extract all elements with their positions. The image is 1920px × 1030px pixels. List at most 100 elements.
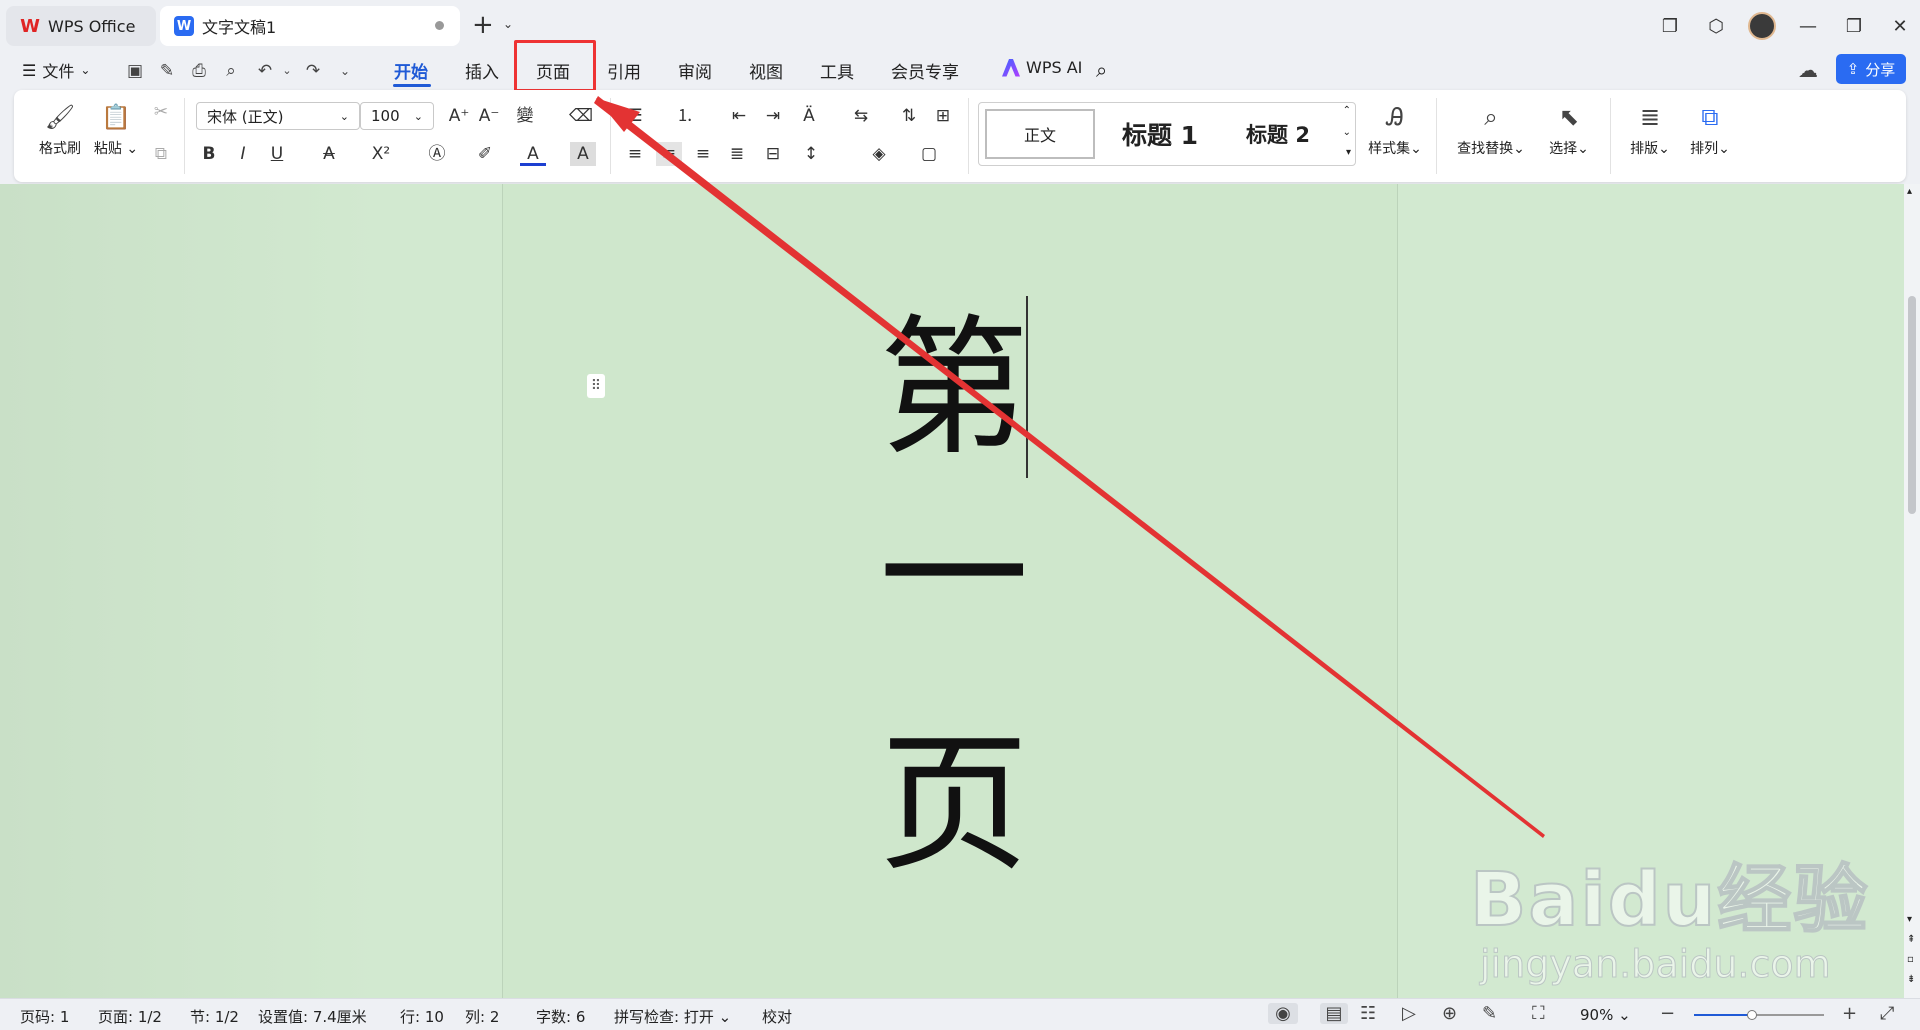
format-painter-button[interactable]: 🖌 格式刷 <box>34 102 86 158</box>
style-heading-1[interactable]: 标题 1 <box>1105 109 1215 159</box>
page-view-icon[interactable]: ▤ <box>1320 1003 1348 1024</box>
underline-icon[interactable]: U <box>264 142 290 166</box>
fit-page-icon[interactable]: ⛶ <box>1532 1003 1545 1024</box>
minimize-icon[interactable]: — <box>1794 12 1822 40</box>
scroll-down-icon[interactable]: ▾ <box>1907 914 1912 925</box>
wps-ai-button[interactable]: WPS AI <box>1002 58 1082 77</box>
style-heading-2[interactable]: 标题 2 <box>1223 109 1333 159</box>
status-setting[interactable]: 设置值: 7.4厘米 <box>258 1006 367 1027</box>
save-icon[interactable]: ▣ <box>124 60 146 82</box>
search-icon[interactable]: ⌕ <box>1096 58 1107 82</box>
web-view-icon[interactable]: ⊕ <box>1442 1003 1457 1024</box>
paste-button[interactable]: 📋 粘贴 ⌄ <box>90 102 142 158</box>
style-set-button[interactable]: Ꭿ 样式集⌄ <box>1360 102 1430 158</box>
tab-view[interactable]: 视图 <box>749 58 783 83</box>
arrange-button[interactable]: ⧉ 排列⌄ <box>1682 102 1738 158</box>
bullet-list-icon[interactable]: ☰ <box>622 104 648 128</box>
user-avatar[interactable] <box>1748 12 1776 40</box>
line-spacing-icon[interactable]: ↕ <box>798 142 824 166</box>
superscript-icon[interactable]: X² <box>368 142 394 166</box>
text-direction-icon[interactable]: ⇆ <box>848 104 874 128</box>
status-word-count[interactable]: 字数: 6 <box>536 1006 585 1027</box>
distributed-icon[interactable]: ⊟ <box>760 142 786 166</box>
cut-icon[interactable]: ✂ <box>148 100 174 124</box>
find-replace-button[interactable]: ⌕ 查找替换⌄ <box>1450 102 1532 158</box>
eye-protection-icon[interactable]: ◉ <box>1268 1003 1298 1024</box>
select-browse-icon[interactable]: ▫ <box>1907 954 1914 965</box>
justify-icon[interactable]: ≣ <box>724 142 750 166</box>
prev-page-icon[interactable]: ⇞ <box>1907 934 1915 945</box>
chinese-layout-icon[interactable]: Ä <box>796 104 822 128</box>
shading-icon[interactable]: ◈ <box>866 142 892 166</box>
strikethrough-icon[interactable]: A <box>316 142 342 166</box>
print-preview-icon[interactable]: ⌕ <box>220 60 242 82</box>
text-effect-icon[interactable]: Ⓐ <box>424 142 450 166</box>
decrease-indent-icon[interactable]: ⇤ <box>726 104 752 128</box>
tab-member[interactable]: 会员专享 <box>891 58 959 83</box>
tab-start[interactable]: 开始 <box>394 58 428 83</box>
layout-button[interactable]: ≣ 排版⌄ <box>1622 102 1678 158</box>
play-icon[interactable]: ▷ <box>1402 1003 1416 1024</box>
expand-gallery-icon[interactable]: ▾ <box>1346 147 1351 158</box>
scroll-up-icon[interactable]: ▴ <box>1907 186 1912 197</box>
highlight-icon[interactable]: ✐ <box>472 142 498 166</box>
char-shading-icon[interactable]: A <box>570 142 596 166</box>
apps-cube-icon[interactable]: ⬡ <box>1702 12 1730 40</box>
chevron-down-icon[interactable]: ⌄ <box>276 60 298 82</box>
numbered-list-icon[interactable]: ⒈ <box>672 104 698 128</box>
scroll-down-icon[interactable]: ⌄ <box>1343 127 1351 138</box>
cloud-sync-icon[interactable]: ☁ <box>1798 58 1818 82</box>
font-color-icon[interactable]: A <box>520 142 546 166</box>
scroll-up-icon[interactable]: ⌃ <box>1343 105 1351 116</box>
select-button[interactable]: ⬉ 选择⌄ <box>1540 102 1598 158</box>
drag-handle-icon[interactable]: ⠿ <box>587 374 605 398</box>
zoom-out-icon[interactable]: − <box>1660 1003 1675 1024</box>
zoom-slider[interactable] <box>1694 1010 1824 1020</box>
print-icon[interactable]: ⎙ <box>188 60 210 82</box>
redo-icon[interactable]: ↷ <box>302 60 324 82</box>
share-button[interactable]: ⇪ 分享 <box>1836 54 1906 84</box>
restore-icon[interactable]: ❐ <box>1840 12 1868 40</box>
tab-document[interactable]: W 文字文稿1 <box>160 6 460 46</box>
tab-wps-office[interactable]: W WPS Office <box>6 6 156 46</box>
clear-format-icon[interactable]: ⌫ <box>568 104 594 128</box>
tab-close-icon[interactable] <box>435 21 444 30</box>
italic-icon[interactable]: I <box>230 142 256 166</box>
next-page-icon[interactable]: ⇟ <box>1907 974 1915 985</box>
increase-indent-icon[interactable]: ⇥ <box>760 104 786 128</box>
decrease-font-icon[interactable]: A⁻ <box>476 104 502 128</box>
undo-icon[interactable]: ↶ <box>254 60 276 82</box>
font-name-select[interactable]: 宋体 (正文) ⌄ <box>196 102 360 130</box>
status-section[interactable]: 节: 1/2 <box>190 1006 239 1027</box>
status-page[interactable]: 页面: 1/2 <box>98 1006 162 1027</box>
bold-icon[interactable]: B <box>196 142 222 166</box>
tab-tools[interactable]: 工具 <box>820 58 854 83</box>
close-window-icon[interactable]: ✕ <box>1886 12 1914 40</box>
new-tab-plus-icon[interactable]: + <box>472 12 494 38</box>
format-icon[interactable]: ✎ <box>156 60 178 82</box>
zoom-in-icon[interactable]: + <box>1842 1003 1857 1024</box>
pen-icon[interactable]: ✎ <box>1482 1003 1497 1024</box>
status-spell-check[interactable]: 拼写检查: 打开 ⌄ <box>614 1006 731 1027</box>
zoom-level[interactable]: 90% ⌄ <box>1580 1006 1631 1024</box>
font-size-select[interactable]: 100 ⌄ <box>360 102 434 130</box>
status-proofread[interactable]: 校对 <box>762 1006 792 1027</box>
chevron-down-icon[interactable]: ⌄ <box>503 17 513 31</box>
status-page-code[interactable]: 页码: 1 <box>20 1006 69 1027</box>
zoom-slider-knob[interactable] <box>1746 1010 1757 1020</box>
align-left-icon[interactable]: ≡ <box>622 142 648 166</box>
tab-review[interactable]: 审阅 <box>678 58 712 83</box>
style-normal[interactable]: 正文 <box>985 109 1095 159</box>
outline-view-icon[interactable]: ☷ <box>1360 1003 1376 1024</box>
vertical-scrollbar[interactable]: ▴ ▾ ⇞ ▫ ⇟ <box>1904 184 1920 998</box>
show-marks-icon[interactable]: ⊞ <box>930 104 956 128</box>
border-icon[interactable]: ▢ <box>916 142 942 166</box>
chevron-down-icon[interactable]: ⌄ <box>334 60 356 82</box>
tab-reference[interactable]: 引用 <box>607 58 641 83</box>
align-center-icon[interactable]: ≡ <box>656 142 682 166</box>
window-list-icon[interactable]: ❐ <box>1656 12 1684 40</box>
status-row[interactable]: 行: 10 <box>400 1006 444 1027</box>
tab-insert[interactable]: 插入 <box>465 58 499 83</box>
scroll-thumb[interactable] <box>1908 296 1916 514</box>
file-menu-button[interactable]: ☰ 文件 ⌄ <box>22 58 90 82</box>
